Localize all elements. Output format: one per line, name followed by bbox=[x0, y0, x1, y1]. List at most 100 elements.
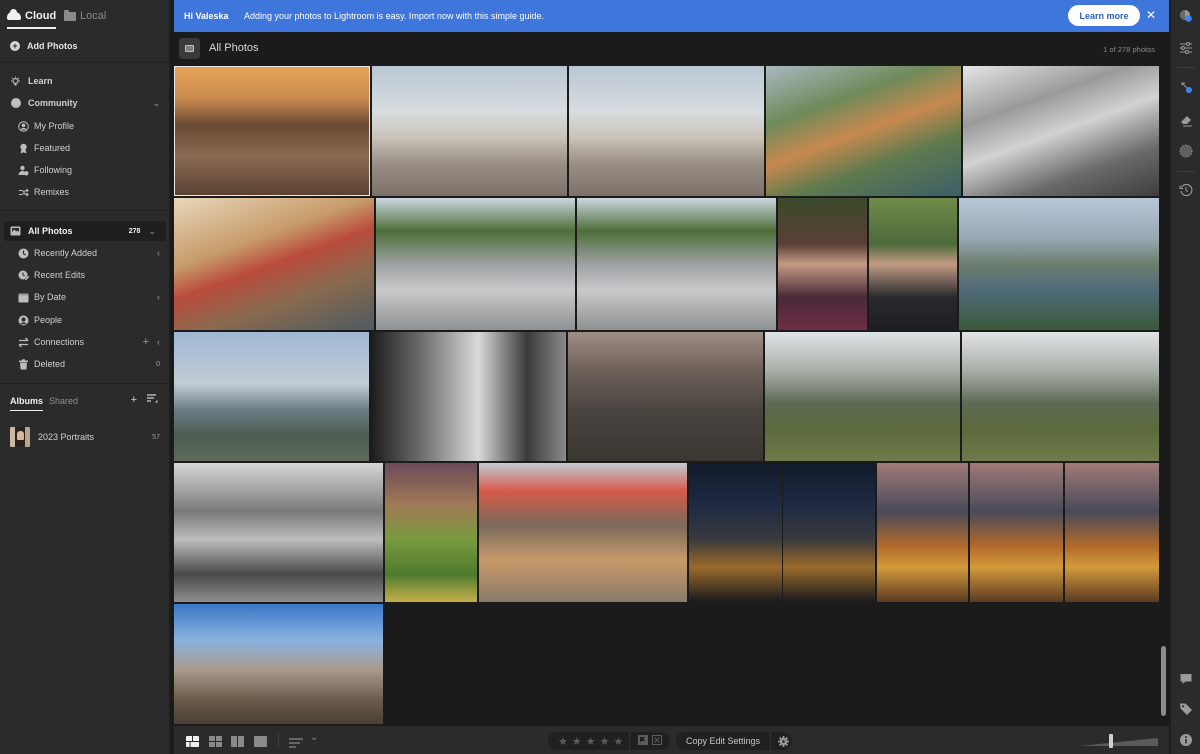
photo-thumbnail[interactable] bbox=[783, 463, 875, 602]
sidebar-item-recent-edits[interactable]: Recent Edits bbox=[0, 265, 170, 285]
sidebar-item-remixes[interactable]: Remixes bbox=[0, 182, 170, 202]
chevron-left-icon[interactable]: ‹ bbox=[157, 292, 160, 302]
layout-grid-button[interactable] bbox=[209, 734, 222, 752]
sidebar-item-people[interactable]: People bbox=[0, 310, 170, 330]
lightroom-app: Cloud Local + Add Photos Learn Community… bbox=[0, 0, 1200, 754]
photo-thumbnail[interactable] bbox=[962, 332, 1159, 461]
photo-thumbnail[interactable] bbox=[869, 198, 957, 330]
sort-chevron-down-icon[interactable]: ⌄ bbox=[310, 732, 318, 743]
add-photos-label: Add Photos bbox=[27, 41, 78, 51]
flag-reject-icon[interactable] bbox=[652, 732, 663, 750]
right-toolbar bbox=[1170, 0, 1200, 754]
albums-tabs: Albums Shared + bbox=[10, 394, 162, 411]
remix-icon bbox=[18, 187, 29, 198]
sort-albums-icon[interactable] bbox=[147, 394, 158, 406]
sidebar-item-by-date[interactable]: By Date ‹ bbox=[0, 287, 170, 307]
add-connection-icon[interactable]: + bbox=[143, 336, 149, 348]
sidebar-item-following[interactable]: Following bbox=[0, 160, 170, 180]
photo-thumbnail[interactable] bbox=[970, 463, 1063, 602]
add-photos-button[interactable]: + Add Photos bbox=[10, 38, 78, 54]
add-album-icon[interactable]: + bbox=[131, 394, 137, 406]
scrollbar-thumb[interactable] bbox=[1161, 646, 1166, 716]
person-icon bbox=[18, 315, 29, 326]
info-icon[interactable] bbox=[1179, 733, 1193, 747]
photo-thumbnail[interactable] bbox=[479, 463, 687, 602]
rating-star[interactable]: ★ bbox=[586, 735, 596, 748]
photo-thumbnail[interactable] bbox=[689, 463, 782, 602]
view-toggle-button[interactable] bbox=[179, 38, 200, 59]
comment-icon[interactable] bbox=[1179, 672, 1193, 686]
copy-edit-pill: Copy Edit Settings bbox=[676, 732, 792, 750]
divider bbox=[770, 732, 772, 750]
tab-shared[interactable]: Shared bbox=[49, 396, 78, 406]
album-count: 57 bbox=[152, 433, 160, 441]
sidebar-item-my-profile[interactable]: My Profile bbox=[0, 116, 170, 136]
rating-star[interactable]: ★ bbox=[614, 735, 624, 748]
learn-more-button[interactable]: Learn more bbox=[1068, 5, 1140, 26]
album-item[interactable]: 2023 Portraits 57 bbox=[10, 426, 162, 448]
history-icon[interactable] bbox=[1179, 183, 1193, 197]
sidebar-item-learn[interactable]: Learn bbox=[0, 71, 170, 91]
tab-albums[interactable]: Albums bbox=[10, 396, 44, 411]
sidebar-item-deleted[interactable]: Deleted 0 bbox=[0, 354, 170, 374]
album-thumbnail bbox=[10, 427, 30, 447]
photo-thumbnail[interactable] bbox=[577, 198, 776, 330]
tab-cloud[interactable]: Cloud bbox=[7, 6, 57, 29]
rating-star[interactable]: ★ bbox=[600, 735, 610, 748]
photo-thumbnail[interactable] bbox=[174, 66, 370, 196]
photo-thumbnail[interactable] bbox=[959, 198, 1159, 330]
photo-thumbnail[interactable] bbox=[372, 66, 567, 196]
sort-button[interactable] bbox=[289, 735, 303, 753]
layout-square-grid-button[interactable] bbox=[186, 734, 199, 752]
sidebar-item-community[interactable]: Community ⌄ bbox=[0, 93, 170, 113]
masking-icon[interactable] bbox=[1179, 144, 1193, 158]
layout-compare-button[interactable] bbox=[231, 734, 244, 752]
photo-thumbnail[interactable] bbox=[174, 463, 383, 602]
edit-icon[interactable] bbox=[1179, 9, 1193, 23]
photo-thumbnail[interactable] bbox=[1065, 463, 1159, 602]
chevron-down-icon[interactable]: ⌄ bbox=[148, 226, 156, 237]
chevron-left-icon[interactable]: ‹ bbox=[157, 337, 160, 347]
photo-thumbnail[interactable] bbox=[174, 198, 374, 330]
photo-thumbnail[interactable] bbox=[174, 604, 383, 724]
photo-thumbnail[interactable] bbox=[174, 332, 369, 461]
grid-scrollbar[interactable] bbox=[1159, 66, 1169, 724]
photo-thumbnail[interactable] bbox=[371, 332, 566, 461]
flag-pick-icon[interactable] bbox=[638, 732, 649, 750]
slider-handle[interactable] bbox=[1109, 734, 1113, 748]
close-banner-icon[interactable]: ✕ bbox=[1146, 9, 1156, 21]
photo-thumbnail[interactable] bbox=[385, 463, 477, 602]
heal-icon[interactable] bbox=[1179, 80, 1193, 94]
eraser-icon[interactable] bbox=[1179, 113, 1193, 127]
sidebar-item-label: All Photos bbox=[28, 226, 73, 236]
rating-star[interactable]: ★ bbox=[572, 735, 582, 748]
tab-local[interactable]: Local bbox=[64, 6, 106, 26]
sidebar-item-recently-added[interactable]: Recently Added ‹ bbox=[0, 243, 170, 263]
photo-thumbnail[interactable] bbox=[778, 198, 867, 330]
photo-thumbnail[interactable] bbox=[765, 332, 960, 461]
rating-star[interactable]: ★ bbox=[558, 735, 568, 748]
sliders-icon[interactable] bbox=[1179, 41, 1193, 55]
sidebar-item-all-photos[interactable]: All Photos 278 ⌄ bbox=[4, 221, 166, 241]
sidebar-item-connections[interactable]: Connections + ‹ bbox=[0, 332, 170, 352]
chevron-left-icon[interactable]: ‹ bbox=[157, 248, 160, 258]
photo-thumbnail[interactable] bbox=[376, 198, 575, 330]
photo-thumbnail[interactable] bbox=[766, 66, 961, 196]
sidebar-item-featured[interactable]: Featured bbox=[0, 138, 170, 158]
profile-icon bbox=[18, 120, 29, 132]
gear-icon[interactable] bbox=[778, 735, 790, 747]
photo-thumbnail[interactable] bbox=[963, 66, 1159, 196]
thumbnail-size-slider[interactable] bbox=[1080, 734, 1158, 748]
photo-thumbnail[interactable] bbox=[877, 463, 968, 602]
copy-edit-settings-button[interactable]: Copy Edit Settings bbox=[676, 736, 770, 746]
layout-detail-button[interactable] bbox=[254, 734, 267, 752]
chevron-down-icon[interactable]: ⌄ bbox=[152, 98, 160, 109]
lightbulb-icon bbox=[10, 76, 21, 87]
banner-message: Adding your photos to Lightroom is easy.… bbox=[244, 11, 544, 21]
photo-thumbnail[interactable] bbox=[569, 66, 764, 196]
sidebar-item-label: Connections bbox=[34, 337, 85, 347]
photo-thumbnail[interactable] bbox=[568, 332, 763, 461]
sidebar-item-label: Deleted bbox=[34, 359, 66, 369]
plus-circle-icon: + bbox=[10, 41, 20, 51]
tag-icon[interactable] bbox=[1179, 702, 1193, 716]
